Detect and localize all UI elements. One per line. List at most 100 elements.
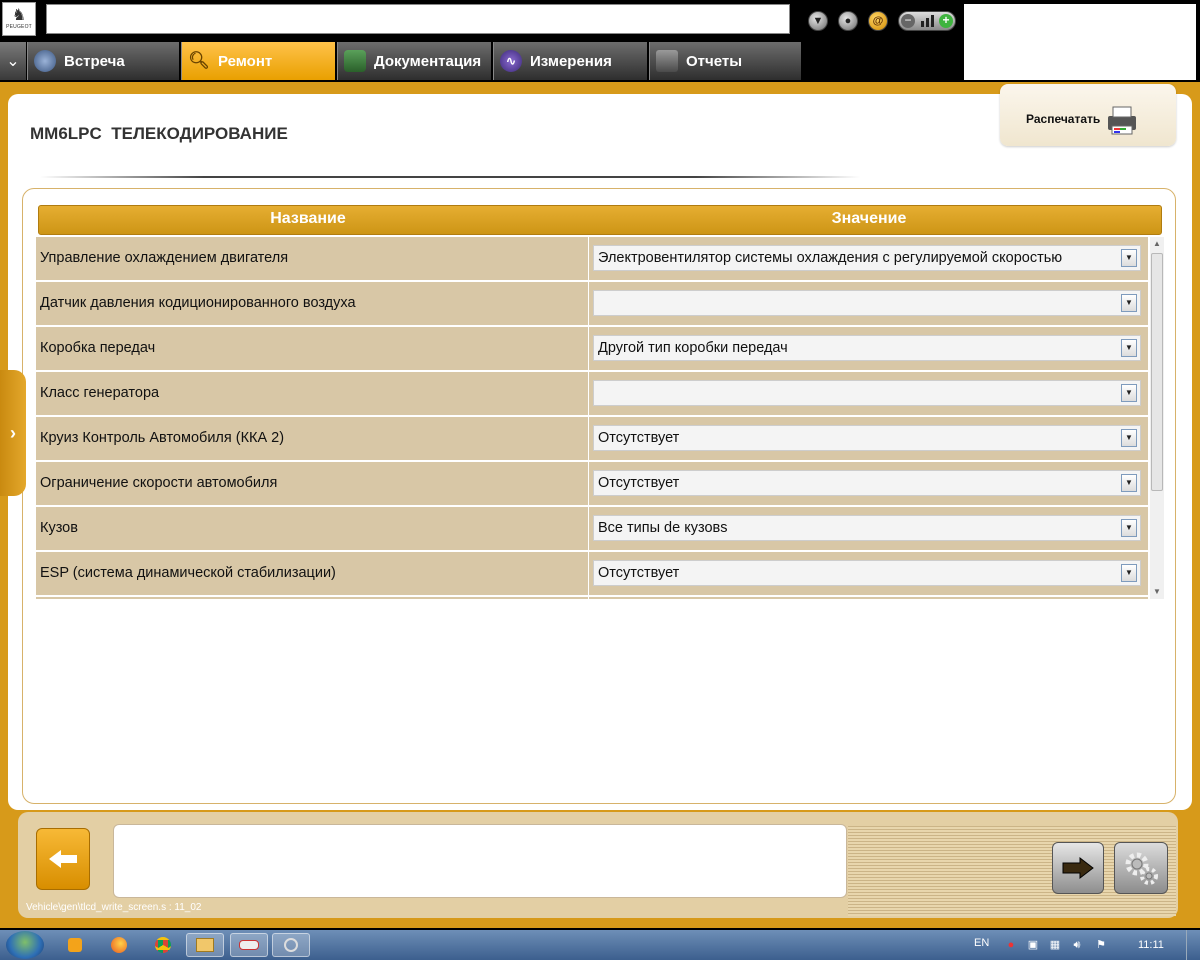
gauge-app-icon[interactable] <box>272 933 310 957</box>
blank-header-panel <box>964 4 1196 80</box>
value-select[interactable]: Все типы de кузовs ▼ <box>593 515 1141 541</box>
firefox-icon[interactable] <box>100 933 138 957</box>
diagbox-taskbar-icon[interactable] <box>230 933 268 957</box>
chevron-right-icon: › <box>10 422 16 443</box>
start-button[interactable] <box>6 931 44 959</box>
dropdown-arrow-icon[interactable]: ▼ <box>1121 294 1137 312</box>
user-icon[interactable]: ● <box>838 11 858 31</box>
scroll-up-icon[interactable]: ▲ <box>1150 237 1164 251</box>
chevron-down-icon[interactable]: ⌄ <box>0 42 26 80</box>
scroll-down-icon[interactable]: ▼ <box>1150 585 1164 599</box>
value-select[interactable]: Отсутствует ▼ <box>593 470 1141 496</box>
device-tray-icon[interactable]: ▣ <box>1026 938 1040 952</box>
flag-tray-icon[interactable]: ⚑ <box>1094 938 1108 952</box>
settings-button[interactable] <box>1114 842 1168 894</box>
value-select[interactable]: Другой тип коробки передач ▼ <box>593 335 1141 361</box>
row-value-cell: Отсутствует ▼ <box>589 552 1148 595</box>
column-header-value: Значение <box>831 210 907 227</box>
row-name: Датчик давления кодиционированного возду… <box>36 282 588 325</box>
connection-level-control[interactable]: − + <box>898 11 956 31</box>
row-name: Круиз Контроль Автомобиля (ККА 2) <box>36 417 588 460</box>
signal-bars-icon <box>920 15 934 27</box>
network-tray-icon[interactable]: ▦ <box>1048 938 1062 952</box>
language-indicator[interactable]: EN <box>974 937 989 949</box>
select-value: Другой тип коробки передач <box>598 340 788 356</box>
dropdown-arrow-icon[interactable]: ▼ <box>1121 564 1137 582</box>
row-name <box>36 597 588 599</box>
print-label: Распечатать <box>1026 112 1101 126</box>
row-value-cell: Отсутствует ▼ <box>589 462 1148 505</box>
table-row: ESP (система динамической стабилизации) … <box>36 552 1148 595</box>
chrome-icon[interactable] <box>144 933 182 957</box>
value-select[interactable]: Отсутствует ▼ <box>593 560 1141 586</box>
table-row: Коробка передач Другой тип коробки перед… <box>36 327 1148 370</box>
value-select[interactable]: Электровентилятор системы охлаждения с р… <box>593 245 1141 271</box>
script-path: Vehicle\gen\tlcd_write_screen.s : 11_02 <box>26 902 202 913</box>
row-value-cell: Отсутствует ▼ <box>589 417 1148 460</box>
select-value: Электровентилятор системы охлаждения с р… <box>598 250 1063 266</box>
table-row-partial <box>36 597 1148 599</box>
dropdown-arrow-icon[interactable]: ▼ <box>1121 429 1137 447</box>
clock: 11:11 <box>1138 939 1164 951</box>
media-player-icon[interactable] <box>56 933 94 957</box>
table-scrollbar[interactable]: ▲ ▼ <box>1150 237 1164 599</box>
tab-vstrecha[interactable]: Встреча <box>27 42 179 80</box>
row-value-cell: Другой тип коробки передач ▼ <box>589 327 1148 370</box>
email-icon[interactable]: @ <box>868 11 888 31</box>
print-button[interactable]: Распечатать <box>1000 84 1176 146</box>
tab-remont[interactable]: 🔍︎ Ремонт <box>181 42 335 80</box>
tab-documentation[interactable]: Документация <box>337 42 491 80</box>
magnifier-icon: 🔍︎ <box>188 51 210 70</box>
tab-label: Измерения <box>530 52 612 70</box>
column-header-name: Название <box>270 210 346 227</box>
report-icon <box>656 50 678 72</box>
minus-icon[interactable]: − <box>901 14 915 28</box>
scroll-thumb[interactable] <box>1151 253 1163 491</box>
lion-icon: ♞ <box>11 7 27 24</box>
book-icon <box>344 50 366 72</box>
dropdown-arrow-icon[interactable]: ▼ <box>1121 249 1137 267</box>
printer-icon <box>1108 106 1136 135</box>
globe-icon <box>34 50 56 72</box>
row-name: Управление охлаждением двигателя <box>36 237 588 280</box>
row-name: Ограничение скорости автомобиля <box>36 462 588 505</box>
row-value-cell: Все типы de кузовs ▼ <box>589 507 1148 550</box>
tab-label: Отчеты <box>686 52 743 70</box>
back-button[interactable] <box>36 828 90 890</box>
peugeot-logo: ♞ PEUGEOT <box>2 2 36 36</box>
select-value: Отсутствует <box>598 565 680 581</box>
dropdown-arrow-icon[interactable]: ▼ <box>1121 384 1137 402</box>
dropdown-arrow-icon[interactable]: ▼ <box>1121 339 1137 357</box>
dropdown-arrow-icon[interactable]: ▼ <box>1121 519 1137 537</box>
plus-icon[interactable]: + <box>939 14 953 28</box>
tab-reports[interactable]: Отчеты <box>649 42 801 80</box>
row-name: Класс генератора <box>36 372 588 415</box>
table-header: Название Значение <box>38 205 1162 235</box>
select-value: Все типы de кузовs <box>598 520 728 536</box>
table-row: Кузов Все типы de кузовs ▼ <box>36 507 1148 550</box>
table-row: Ограничение скорости автомобиля Отсутств… <box>36 462 1148 505</box>
address-field[interactable] <box>46 4 790 34</box>
download-icon[interactable]: ▼ <box>808 11 828 31</box>
table-body: Управление охлаждением двигателя Электро… <box>36 237 1148 599</box>
show-desktop-button[interactable] <box>1186 930 1200 960</box>
error-tray-icon[interactable]: ● <box>1004 938 1018 952</box>
explorer-icon[interactable] <box>186 933 224 957</box>
table-row: Управление охлаждением двигателя Электро… <box>36 237 1148 280</box>
row-name: Коробка передач <box>36 327 588 370</box>
volume-icon[interactable]: 🔊︎ <box>1070 938 1084 952</box>
tab-measurements[interactable]: ∿ Измерения <box>493 42 647 80</box>
arrow-right-icon <box>1062 856 1094 880</box>
next-button[interactable] <box>1052 842 1104 894</box>
title-divider <box>40 176 860 178</box>
dropdown-arrow-icon[interactable]: ▼ <box>1121 474 1137 492</box>
logo-text: PEUGEOT <box>6 24 32 30</box>
select-value: Отсутствует <box>598 475 680 491</box>
value-select[interactable]: ▼ <box>593 380 1141 406</box>
value-select[interactable]: Отсутствует ▼ <box>593 425 1141 451</box>
row-name: ESP (система динамической стабилизации) <box>36 552 588 595</box>
table-row: Круиз Контроль Автомобиля (ККА 2) Отсутс… <box>36 417 1148 460</box>
side-panel-toggle[interactable]: › <box>0 370 26 496</box>
arrow-left-icon <box>49 850 77 868</box>
value-select[interactable]: ▼ <box>593 290 1141 316</box>
